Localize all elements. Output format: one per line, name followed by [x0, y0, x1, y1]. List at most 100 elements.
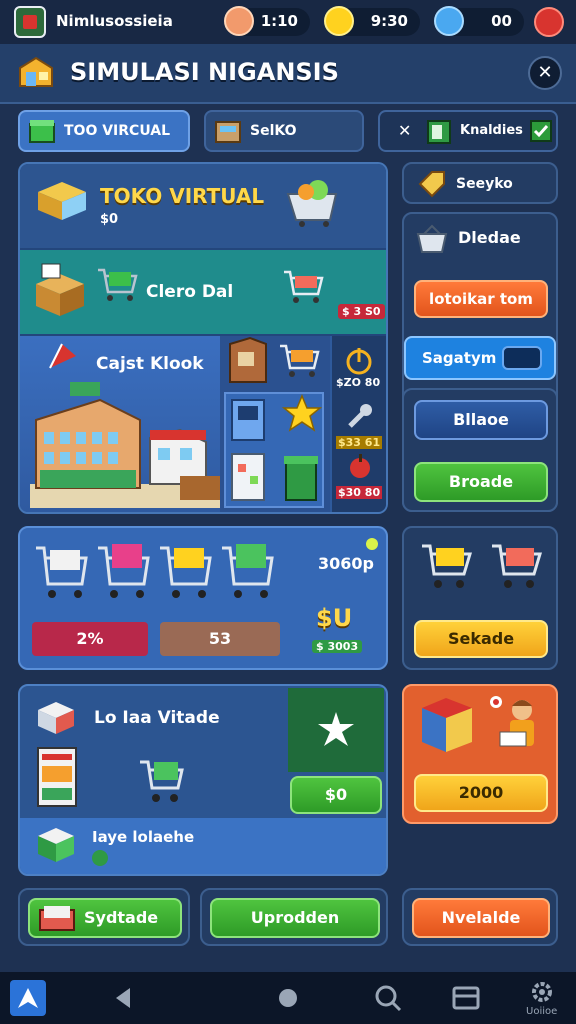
close-icon: ✕	[398, 121, 412, 140]
store-price-button[interactable]: $0	[290, 776, 382, 814]
cart-icon	[280, 344, 320, 377]
cart-icon	[284, 270, 324, 303]
basket-icon	[416, 224, 448, 253]
cart-icon	[98, 544, 150, 598]
settings-label: Uoiioe	[526, 1006, 558, 1017]
box-icon	[38, 702, 74, 734]
store-panel: Lo Iaa Vitade $0 Iaye lolaehe	[18, 684, 388, 876]
search-icon[interactable]	[370, 980, 406, 1016]
carts-amount: 3060p	[318, 554, 374, 573]
fridge-icon	[231, 453, 265, 501]
inbox-icon[interactable]	[448, 980, 484, 1016]
book-icon	[427, 120, 451, 144]
price-3: $30 80	[336, 486, 383, 499]
tag-icon	[418, 171, 445, 198]
status-bar: Nimlusossieia 1:10 9:30 00	[0, 0, 576, 44]
back-icon[interactable]	[106, 980, 142, 1016]
face-icon	[224, 6, 254, 36]
vending-machine-icon	[422, 698, 472, 752]
basket-icon	[286, 180, 338, 227]
bar-count: 53	[160, 622, 280, 656]
bottom-right-panel: Nvelalde	[402, 888, 558, 946]
row1-price: $ 3 S0	[338, 304, 385, 319]
app-name: Nimlusossieia	[56, 12, 173, 30]
tab-toko-virtual[interactable]: TOO VIRCUAL	[18, 110, 190, 152]
app-icon	[14, 6, 46, 38]
sidebar-blue-button[interactable]: Bllaoe	[414, 400, 548, 440]
price-1: $ZO 80	[336, 376, 381, 389]
sidebar-label-box[interactable]: Seeyko	[402, 162, 558, 204]
store-title: Lo Iaa Vitade	[94, 708, 220, 728]
toggle-switch[interactable]	[502, 346, 542, 370]
home-icon[interactable]	[270, 980, 306, 1016]
cart-icon	[160, 546, 212, 598]
shopkeeper-icon	[490, 696, 534, 747]
featured-title: TOKO VIRTUAL	[100, 184, 265, 208]
update-button[interactable]: Sydtade	[28, 898, 182, 938]
cart-row-icons	[36, 544, 274, 598]
store-sub-row[interactable]: Iaye lolaehe	[20, 818, 386, 874]
bottom-middle-panel: Uprodden	[200, 888, 388, 946]
cart-icon	[140, 760, 184, 802]
checkbox-icon	[530, 120, 552, 142]
gems-counter[interactable]: 00	[434, 6, 524, 36]
star-badge[interactable]	[288, 688, 384, 772]
price-2: $33 61	[336, 436, 383, 449]
gear-icon[interactable]	[528, 978, 556, 1006]
gem-icon	[434, 6, 464, 36]
city-building-icon	[30, 382, 220, 508]
register-icon	[215, 121, 241, 143]
featured-row-2[interactable]: Cajst Klook $ZO 80 $33 61 $30 80	[20, 336, 386, 512]
sidebar-actions: Bllaoe Broade	[402, 388, 558, 512]
apple-icon	[350, 454, 370, 478]
power-icon[interactable]	[344, 346, 374, 376]
package-icon	[38, 182, 86, 220]
carts-sub-price: $ 3003	[312, 640, 363, 653]
cart-icon	[98, 268, 138, 301]
bar-percent: 2%	[32, 622, 148, 656]
tab-selko[interactable]: SelKO	[204, 110, 364, 152]
cash-icon	[39, 906, 75, 931]
header: SIMULASI NIGANSIS ✕	[0, 44, 576, 104]
bottom-left-panel: Sydtade	[18, 888, 190, 946]
row2-label: Cajst Klook	[96, 354, 204, 374]
trash-bin-icon	[284, 456, 318, 501]
cart-icon	[222, 544, 274, 598]
lives-counter[interactable]: 1:10	[224, 6, 310, 36]
star-icon	[318, 712, 354, 746]
upgrade-button[interactable]: Uprodden	[210, 898, 380, 938]
row1-label: Clero Dal	[146, 282, 234, 302]
sidebar-orange-button[interactable]: lotoikar tom	[414, 280, 548, 318]
sidebar-toggle-button[interactable]: Sagatym	[404, 336, 556, 380]
featured-row-1[interactable]: Clero Dal $ 3 S0	[20, 250, 386, 334]
promo-button[interactable]: 2000	[414, 774, 548, 812]
app-shortcut-icon[interactable]	[10, 980, 46, 1016]
box-icon	[29, 120, 55, 143]
promo-panel: 2000	[402, 684, 558, 824]
close-button[interactable]: ✕	[528, 56, 562, 90]
sidebar-green-button[interactable]: Broade	[414, 462, 548, 502]
atm-icon	[231, 399, 265, 441]
coin-icon	[92, 850, 108, 866]
register-icon	[38, 828, 74, 862]
carts-side-panel: Sekade	[402, 526, 558, 670]
cart-icon	[36, 546, 88, 598]
price-list-icon	[37, 747, 77, 807]
status-dot-icon	[366, 538, 378, 550]
store-sub-label: Iaye lolaehe	[92, 828, 195, 846]
wrench-icon	[348, 404, 372, 428]
star-basket-icon	[281, 394, 323, 432]
tab-knaldies[interactable]: ✕ Knaldies	[378, 110, 558, 152]
shop-icon	[19, 56, 53, 87]
navigate-button[interactable]: Nvelalde	[412, 898, 550, 938]
locker-icon	[229, 336, 267, 383]
coins-counter[interactable]: 9:30	[324, 6, 420, 36]
carts-side-button[interactable]: Sekade	[414, 620, 548, 658]
cart-icon	[422, 544, 473, 588]
sidebar-item-label: Dledae	[458, 228, 521, 247]
crate-icon	[36, 263, 84, 316]
alert-icon[interactable]	[534, 7, 564, 37]
carts-panel: 3060p 2% 53 $U $ 3003	[18, 526, 388, 670]
cart-icon	[492, 544, 543, 588]
bottom-nav-bar: Uoiioe	[0, 972, 576, 1024]
